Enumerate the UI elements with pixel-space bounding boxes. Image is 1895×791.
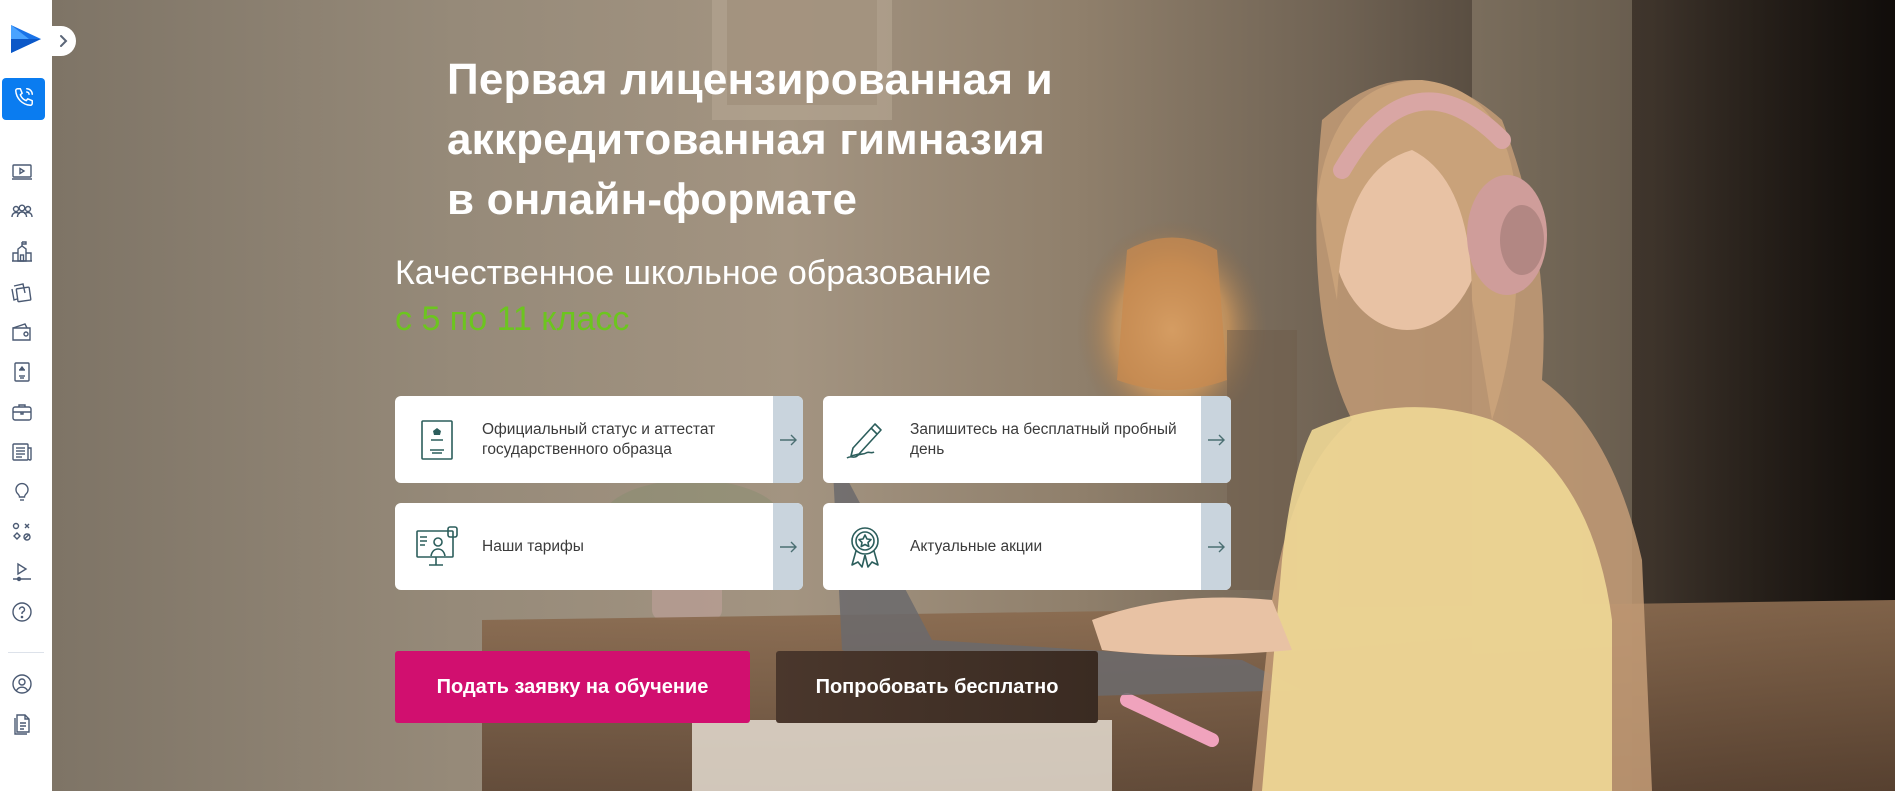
card-promotions[interactable]: Актуальные акции bbox=[823, 503, 1231, 590]
wallet-icon bbox=[12, 323, 31, 341]
community-icon bbox=[11, 204, 33, 218]
sidebar-item-video-player[interactable] bbox=[10, 560, 34, 584]
card-arrow[interactable] bbox=[1201, 503, 1231, 590]
newspaper-icon bbox=[12, 443, 32, 461]
sidebar-item-certificate[interactable] bbox=[10, 360, 34, 384]
activities-icon bbox=[12, 522, 31, 541]
award-badge-icon bbox=[840, 522, 890, 572]
hero-subtitle: Качественное школьное образование bbox=[395, 254, 992, 292]
sidebar-item-career[interactable] bbox=[10, 400, 34, 424]
lightbulb-icon bbox=[15, 482, 29, 501]
arrow-right-icon bbox=[780, 541, 797, 552]
phone-button[interactable] bbox=[2, 78, 45, 120]
play-logo-icon[interactable] bbox=[9, 22, 43, 56]
hero-title: Первая лицензированная и аккредитованная… bbox=[447, 50, 1247, 230]
sidebar-item-video-lessons[interactable] bbox=[10, 160, 34, 184]
card-label: Наши тарифы bbox=[482, 537, 584, 555]
sidebar-item-activities[interactable] bbox=[10, 520, 34, 544]
video-lesson-icon bbox=[12, 164, 32, 180]
sidebar-item-documents[interactable] bbox=[10, 712, 34, 736]
state-certificate-icon bbox=[412, 415, 462, 465]
hero-subtitle-grades: с 5 по 11 класс bbox=[395, 300, 630, 338]
sidebar-item-school[interactable] bbox=[10, 240, 34, 264]
sidebar-item-help[interactable] bbox=[10, 600, 34, 624]
card-official-status[interactable]: Официальный статус и аттестат государств… bbox=[395, 396, 803, 483]
sidebar-item-cards[interactable] bbox=[10, 280, 34, 304]
card-tariffs[interactable]: Наши тарифы bbox=[395, 503, 803, 590]
card-arrow[interactable] bbox=[773, 503, 803, 590]
briefcase-icon bbox=[12, 404, 32, 421]
sidebar-item-profile[interactable] bbox=[10, 672, 34, 696]
arrow-right-icon bbox=[1208, 434, 1225, 445]
arrow-right-icon bbox=[1208, 541, 1225, 552]
hero-title-line-1: Первая лицензированная и bbox=[447, 55, 1053, 104]
card-label: Запишитесь на бесплатный пробный день bbox=[910, 420, 1177, 458]
chevron-right-icon bbox=[60, 35, 68, 47]
card-arrow[interactable] bbox=[773, 396, 803, 483]
help-icon bbox=[12, 602, 32, 622]
hero-title-line-3: в онлайн-формате bbox=[447, 175, 858, 224]
sidebar-divider bbox=[8, 652, 44, 653]
online-teacher-icon bbox=[412, 522, 462, 572]
card-label: Официальный статус и аттестат государств… bbox=[482, 420, 716, 458]
card-arrow[interactable] bbox=[1201, 396, 1231, 483]
cards-icon bbox=[11, 283, 32, 303]
certificate-icon bbox=[14, 362, 30, 382]
document-icon bbox=[14, 714, 30, 735]
school-building-icon bbox=[12, 241, 32, 262]
video-player-icon bbox=[13, 562, 31, 582]
profile-icon bbox=[12, 674, 32, 694]
hero-title-line-2: аккредитованная гимназия bbox=[447, 115, 1046, 164]
card-free-trial-day[interactable]: Запишитесь на бесплатный пробный день bbox=[823, 396, 1231, 483]
sidebar-item-community[interactable] bbox=[10, 200, 34, 224]
sidebar-item-ideas[interactable] bbox=[10, 480, 34, 504]
sidebar bbox=[0, 0, 52, 791]
card-label: Актуальные акции bbox=[910, 537, 1043, 555]
phone-icon bbox=[13, 86, 35, 113]
sidebar-item-news[interactable] bbox=[10, 440, 34, 464]
arrow-right-icon bbox=[780, 434, 797, 445]
apply-button[interactable]: Подать заявку на обучение bbox=[395, 651, 750, 723]
try-free-button[interactable]: Попробовать бесплатно bbox=[776, 651, 1098, 723]
sidebar-item-wallet[interactable] bbox=[10, 320, 34, 344]
pen-signature-icon bbox=[840, 415, 890, 465]
